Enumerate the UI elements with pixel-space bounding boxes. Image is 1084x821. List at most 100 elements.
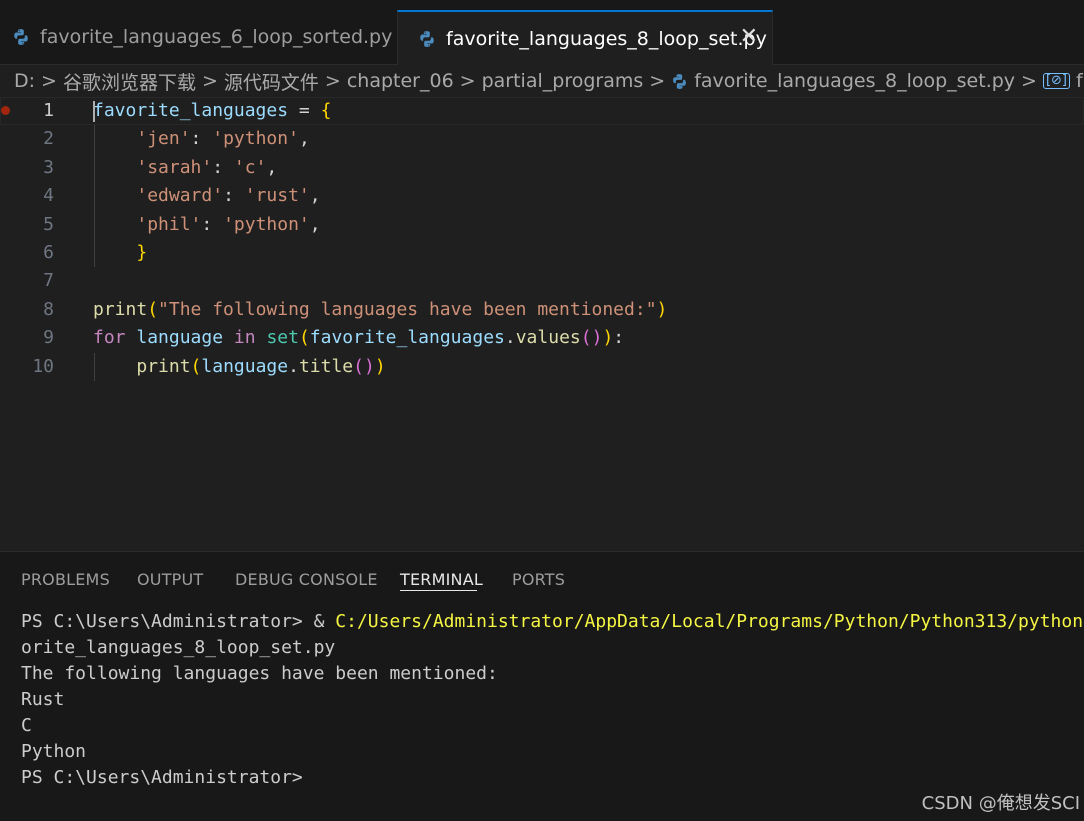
tab-output[interactable]: OUTPUT: [137, 570, 203, 589]
active-tab-indicator: [400, 590, 477, 591]
code-token: (: [147, 298, 159, 320]
line-number: 2: [43, 128, 54, 150]
code-token: print: [136, 355, 191, 377]
code-token: ,: [309, 185, 321, 207]
breadcrumb-file[interactable]: favorite_languages_8_loop_set.py: [694, 70, 1015, 92]
code-token: {: [320, 100, 332, 121]
breadcrumb-drive[interactable]: D:: [14, 70, 35, 92]
code-line[interactable]: 1 favorite_languages = {: [0, 97, 1084, 125]
line-number: 4: [43, 185, 54, 207]
code-token: ): [374, 355, 386, 377]
code-text: for language in set(favorite_languages.v…: [93, 324, 624, 352]
breadcrumb: D: > 谷歌浏览器下载 > 源代码文件 > chapter_06 > part…: [0, 65, 1084, 97]
code-token: "The following languages have been menti…: [158, 298, 657, 320]
code-token: }: [136, 242, 148, 263]
code-token: ,: [266, 156, 278, 178]
breadcrumb-folder[interactable]: 谷歌浏览器下载: [63, 68, 196, 95]
tab-terminal[interactable]: TERMINAL: [400, 570, 483, 589]
code-line[interactable]: 6 }: [0, 239, 1084, 267]
code-line[interactable]: 9 for language in set(favorite_languages.…: [0, 324, 1084, 352]
variable-symbol-icon: [⊘]: [1042, 73, 1071, 89]
line-number: 8: [43, 298, 54, 320]
code-text: print(language.title()): [93, 353, 386, 381]
code-text: 'edward': 'rust',: [93, 182, 321, 210]
terminal-line: orite_languages_8_loop_set.py: [21, 637, 336, 658]
tab-label: favorite_languages_8_loop_set.py: [446, 27, 767, 50]
code-token: 'python': [223, 213, 310, 235]
terminal-line: PS C:\Users\Administrator>: [21, 767, 303, 788]
code-line[interactable]: 2 'jen': 'python',: [0, 125, 1084, 153]
code-token: 'python': [212, 128, 299, 150]
tab-ports[interactable]: PORTS: [512, 570, 565, 589]
code-line[interactable]: 8 print("The following languages have bee…: [0, 296, 1084, 324]
code-token: 'jen': [136, 128, 191, 150]
code-token: =: [288, 100, 321, 121]
code-token: ,: [298, 128, 310, 150]
tab-problems[interactable]: PROBLEMS: [21, 570, 110, 589]
line-number: 3: [43, 156, 54, 178]
code-token: (: [298, 327, 310, 349]
breadcrumb-folder[interactable]: 源代码文件: [224, 68, 319, 95]
code-text: }: [93, 239, 147, 267]
terminal-line: PS C:\Users\Administrator> & C:/Users/Ad…: [21, 609, 1084, 635]
text-cursor: [93, 101, 95, 122]
code-line[interactable]: 3 'sarah': 'c',: [0, 154, 1084, 182]
close-icon[interactable]: ✕: [740, 24, 758, 49]
code-token: :: [212, 156, 234, 178]
python-icon: [14, 29, 28, 45]
code-token: :: [223, 185, 245, 207]
python-icon: [671, 73, 688, 90]
code-token: (: [190, 355, 202, 377]
code-editor[interactable]: 1 favorite_languages = {2 'jen': 'python'…: [0, 97, 1084, 551]
code-line[interactable]: 10 print(language.title()): [0, 353, 1084, 381]
chevron-right-icon: >: [324, 70, 341, 92]
code-token: language: [136, 327, 224, 349]
code-line[interactable]: 5 'phil': 'python',: [0, 211, 1084, 239]
tab-debug-console[interactable]: DEBUG CONSOLE: [235, 570, 378, 589]
code-token: favorite_languages: [309, 327, 505, 349]
code-line[interactable]: 4 'edward': 'rust',: [0, 182, 1084, 210]
chevron-right-icon: >: [459, 70, 476, 92]
code-token: .: [504, 327, 516, 349]
code-token: :: [613, 327, 625, 349]
breakpoint-icon[interactable]: [1, 106, 10, 115]
tab-favorite-languages-8[interactable]: favorite_languages_8_loop_set.py ✕: [397, 10, 773, 65]
breadcrumb-folder[interactable]: partial_programs: [482, 70, 644, 92]
chevron-right-icon: >: [201, 70, 218, 92]
terminal-prompt: PS C:\Users\Administrator> &: [21, 611, 336, 632]
code-token: ): [656, 298, 668, 320]
code-token: favorite_languages: [93, 100, 289, 121]
code-line[interactable]: 7: [0, 267, 1084, 295]
code-token: language: [201, 355, 289, 377]
terminal-command-path: C:/Users/Administrator/AppData/Local/Pro…: [335, 611, 1084, 632]
line-number: 7: [43, 270, 54, 292]
code-token: ,: [309, 213, 321, 235]
panel-tab-bar: PROBLEMS OUTPUT DEBUG CONSOLE TERMINAL P…: [0, 552, 1084, 606]
code-token: 'edward': [136, 185, 224, 207]
terminal-line: Rust: [21, 689, 65, 710]
code-token: 'phil': [136, 213, 202, 235]
code-text: print("The following languages have been…: [93, 296, 667, 324]
terminal-line: Python: [21, 741, 87, 762]
bottom-panel: PROBLEMS OUTPUT DEBUG CONSOLE TERMINAL P…: [0, 551, 1084, 821]
code-token: (): [353, 355, 375, 377]
breadcrumb-symbol[interactable]: favorite_la: [1076, 70, 1084, 92]
code-token: 'rust': [244, 185, 310, 207]
code-token: set: [266, 327, 299, 349]
code-text: favorite_languages = {: [93, 97, 331, 125]
tab-favorite-languages-6[interactable]: favorite_languages_6_loop_sorted.py: [0, 10, 396, 64]
editor-tab-bar: favorite_languages_6_loop_sorted.py favo…: [0, 0, 1084, 65]
line-number: 9: [43, 327, 54, 349]
breadcrumb-folder[interactable]: chapter_06: [347, 70, 454, 92]
code-token: .: [288, 355, 299, 377]
code-token: (): [580, 327, 603, 349]
terminal-line: C: [21, 715, 32, 736]
